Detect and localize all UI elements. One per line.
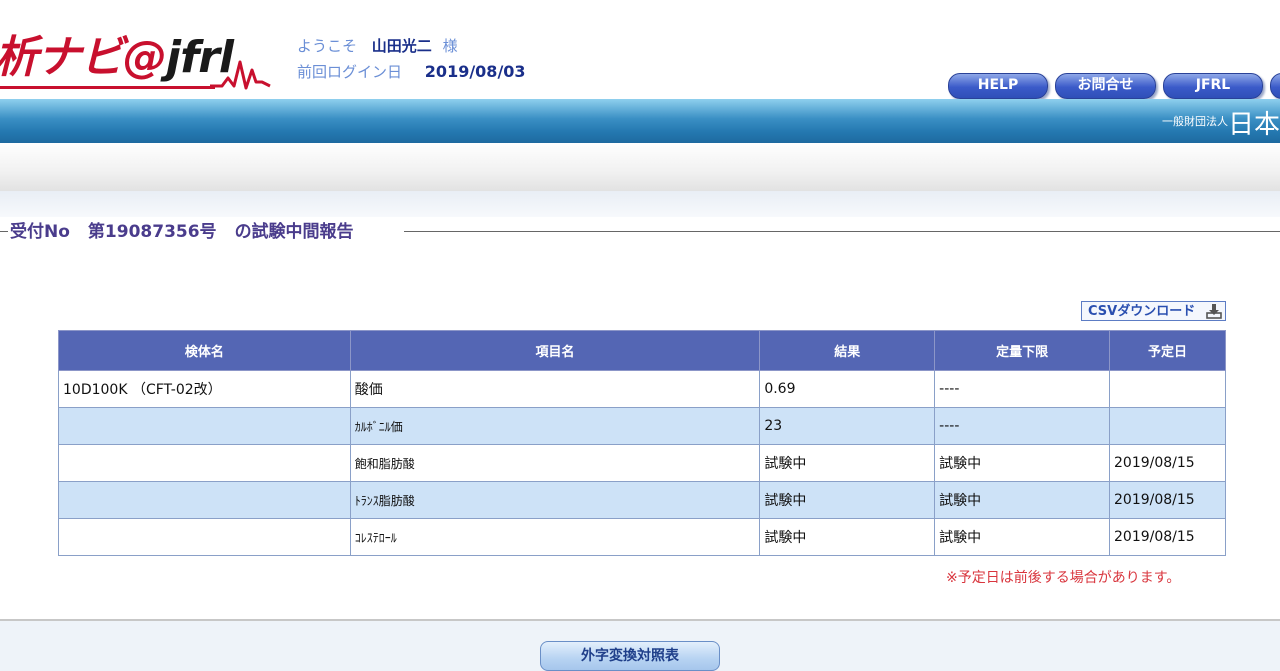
- title-rule-right: [404, 231, 1280, 232]
- cell-item: ｶﾙﾎﾞﾆﾙ価: [349, 407, 761, 445]
- cell-lower-limit: 試験中: [934, 481, 1110, 519]
- user-name: 山田光二: [371, 37, 432, 55]
- cell-lower-limit: ----: [934, 407, 1110, 445]
- contact-button[interactable]: お問合せ: [1055, 73, 1156, 99]
- header-band: [0, 99, 1280, 143]
- col-header-result: 結果: [759, 330, 936, 371]
- cell-due-date: [1109, 407, 1226, 445]
- cell-due-date: [1109, 370, 1226, 408]
- welcome-block: ようこそ 山田光二 様 前回ログイン日 2019/08/03: [297, 35, 526, 83]
- title-suffix: の試験中間報告: [234, 222, 354, 242]
- cell-result: 試験中: [759, 481, 936, 519]
- col-header-item: 項目名: [349, 330, 761, 371]
- org-name-text: 日本: [1227, 110, 1280, 140]
- col-header-sample: 検体名: [58, 330, 351, 371]
- heartbeat-wave-icon: [210, 60, 271, 90]
- results-table: 検体名 項目名 結果 定量下限 予定日 10D100K （CFT-02改） 酸価…: [58, 330, 1226, 556]
- honorific: 様: [442, 37, 458, 55]
- cell-result: 23: [759, 407, 936, 445]
- cell-result: 試験中: [759, 444, 936, 482]
- table-row: ｺﾚｽﾃﾛｰﾙ 試験中 試験中 2019/08/15: [58, 518, 1226, 556]
- table-row: ﾄﾗﾝｽ脂肪酸 試験中 試験中 2019/08/15: [58, 481, 1226, 519]
- cell-lower-limit: 試験中: [934, 518, 1110, 556]
- table-header-row: 検体名 項目名 結果 定量下限 予定日: [58, 330, 1226, 371]
- cell-result: 0.69: [759, 370, 936, 408]
- gaiji-conversion-table-button[interactable]: 外字変換対照表: [540, 641, 720, 671]
- sub-band: [0, 191, 1280, 217]
- welcome-label: ようこそ: [297, 37, 358, 55]
- download-icon: [1206, 304, 1222, 319]
- cell-sample: [58, 444, 351, 482]
- col-header-due-date: 予定日: [1109, 330, 1226, 371]
- cell-item: 酸価: [349, 370, 761, 408]
- logo-text: 析ナビ@: [0, 32, 167, 83]
- org-prefix: 一般財団法人: [1161, 115, 1228, 128]
- page: 析ナビ@jfrl ようこそ 山田光二 様 前回ログイン日 2019/08/03 …: [0, 0, 1280, 671]
- receipt-number: 第19087356号: [87, 222, 217, 242]
- org-name: 一般財団法人日本: [1162, 104, 1280, 141]
- cell-sample: [58, 481, 351, 519]
- csv-download-button[interactable]: CSVダウンロード: [1081, 301, 1226, 321]
- report-title: 受付No 第19087356号 の試験中間報告: [10, 220, 358, 244]
- cell-item: ｺﾚｽﾃﾛｰﾙ: [349, 518, 761, 556]
- section-title: 受付No 第19087356号 の試験中間報告: [0, 220, 1280, 244]
- col-header-lower-limit: 定量下限: [934, 330, 1110, 371]
- menu-band: [0, 143, 1280, 191]
- table-row: 10D100K （CFT-02改） 酸価 0.69 ----: [58, 370, 1226, 408]
- cell-item: 飽和脂肪酸: [349, 444, 761, 482]
- cell-due-date: 2019/08/15: [1109, 481, 1226, 519]
- jfrl-button[interactable]: JFRL: [1163, 73, 1263, 99]
- last-login-label: 前回ログイン日: [297, 63, 403, 81]
- table-row: ｶﾙﾎﾞﾆﾙ価 23 ----: [58, 407, 1226, 445]
- cell-due-date: 2019/08/15: [1109, 444, 1226, 482]
- cell-due-date: 2019/08/15: [1109, 518, 1226, 556]
- more-button[interactable]: [1270, 73, 1280, 99]
- logo-underline: [0, 86, 215, 89]
- cell-lower-limit: ----: [934, 370, 1110, 408]
- help-button[interactable]: HELP: [948, 73, 1048, 99]
- csv-download-label: CSVダウンロード: [1088, 304, 1196, 319]
- cell-sample: [58, 407, 351, 445]
- last-login-date: 2019/08/03: [424, 62, 526, 81]
- cell-item: ﾄﾗﾝｽ脂肪酸: [349, 481, 761, 519]
- cell-result: 試験中: [759, 518, 936, 556]
- cell-sample: 10D100K （CFT-02改）: [58, 370, 351, 408]
- cell-lower-limit: 試験中: [934, 444, 1110, 482]
- site-logo[interactable]: 析ナビ@jfrl: [0, 30, 234, 86]
- receipt-label: 受付No: [10, 222, 70, 242]
- cell-sample: [58, 518, 351, 556]
- table-row: 飽和脂肪酸 試験中 試験中 2019/08/15: [58, 444, 1226, 482]
- title-rule-left: [0, 231, 8, 232]
- due-date-note: ※予定日は前後する場合があります。: [946, 570, 1181, 586]
